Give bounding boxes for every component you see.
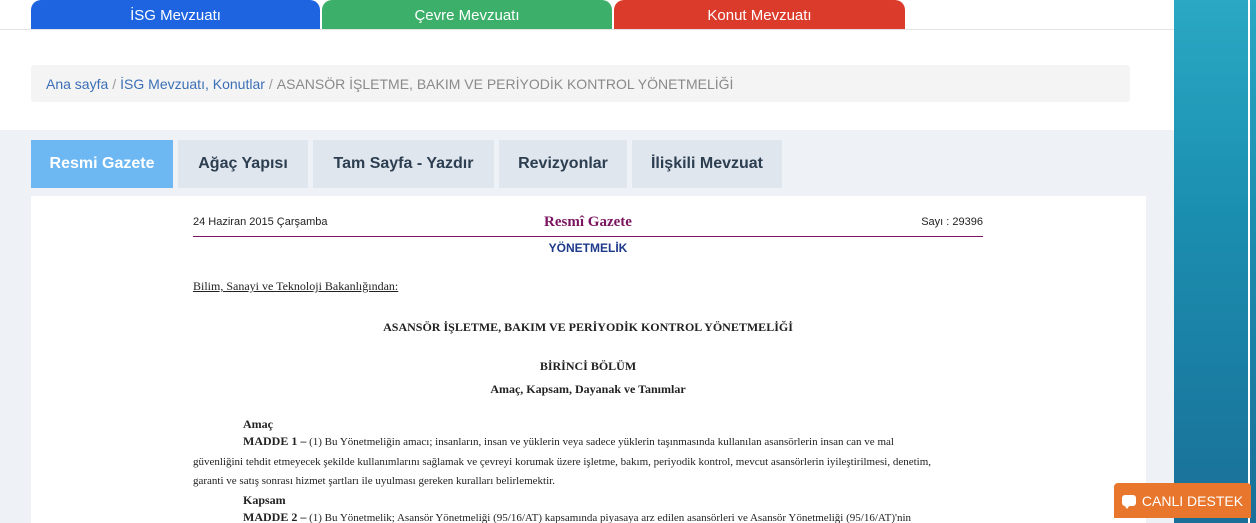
tab-tam-sayfa-yazdir[interactable]: Tam Sayfa - Yazdır [313,140,494,188]
chat-bubbles-icon [1121,495,1136,509]
right-side-band [1174,0,1256,523]
gazette-rule [193,236,983,237]
section-heading-amac: Amaç [243,417,273,431]
document-panel: 24 Haziran 2015 Çarşamba Resmî Gazete Sa… [31,196,1146,523]
tab-konut-mevzuati[interactable]: Konut Mevzuatı [614,0,905,30]
top-divider [0,29,1174,30]
gazette-title: Resmî Gazete [544,214,632,230]
tab-resmi-gazete[interactable]: Resmi Gazete [31,140,173,188]
regulation-title: ASANSÖR İŞLETME, BAKIM VE PERİYODİK KONT… [383,320,793,334]
article-2-label: MADDE 2 – [243,510,307,523]
breadcrumb-category-link[interactable]: İSG Mevzuatı, Konutlar [120,76,265,92]
gazette-header: 24 Haziran 2015 Çarşamba Resmî Gazete Sa… [193,214,983,238]
breadcrumb-separator: / [112,75,117,92]
article-2-line: MADDE 2 – (1) Bu Yönetmelik; Asansör Yön… [193,507,983,523]
article-2-text: (1) Bu Yönetmelik; Asansör Yönetmeliği (… [306,512,912,523]
tab-cevre-mevzuati[interactable]: Çevre Mevzuatı [322,0,612,30]
tab-revizyonlar[interactable]: Revizyonlar [499,140,627,188]
live-support-button[interactable]: CANLI DESTEK [1114,483,1251,518]
breadcrumb-separator: / [268,75,273,92]
document-type: YÖNETMELİK [548,241,628,255]
tab-agac-yapisi[interactable]: Ağaç Yapısı [178,140,308,188]
top-category-tabs: İSG Mevzuatı Çevre Mevzuatı Konut Mevzua… [31,0,907,30]
tab-isg-mevzuati[interactable]: İSG Mevzuatı [31,0,320,30]
live-support-label: CANLI DESTEK [1141,492,1244,509]
issuing-ministry: Bilim, Sanayi ve Teknoloji Bakanlığından… [193,279,399,293]
tab-iliskili-mevzuat[interactable]: İlişkili Mevzuat [632,140,782,188]
article-1-line-2: güvenliğini tehdit etmeyecek şekilde kul… [193,456,932,468]
part-subheading: Amaç, Kapsam, Dayanak ve Tanımlar [490,382,686,396]
article-1-text: (1) Bu Yönetmeliğin amacı; insanların, i… [306,436,894,448]
article-1-line: MADDE 1 – (1) Bu Yönetmeliğin amacı; ins… [193,431,983,453]
section-heading-kapsam: Kapsam [243,493,286,507]
gazette-issue: Sayı : 29396 [921,216,983,228]
breadcrumb-home-link[interactable]: Ana sayfa [46,76,108,92]
document-view-tabs: Resmi Gazete Ağaç Yapısı Tam Sayfa - Yaz… [31,140,787,188]
article-1-label: MADDE 1 – [243,434,307,448]
right-side-divider [1248,0,1250,523]
article-1-line-3: garanti ve satış sonrası hizmet şartları… [193,475,555,487]
part-heading: BİRİNCİ BÖLÜM [539,359,637,373]
breadcrumb-current: ASANSÖR İŞLETME, BAKIM VE PERİYODİK KONT… [276,75,734,92]
breadcrumb: Ana sayfa / İSG Mevzuatı, Konutlar / ASA… [31,65,1130,102]
